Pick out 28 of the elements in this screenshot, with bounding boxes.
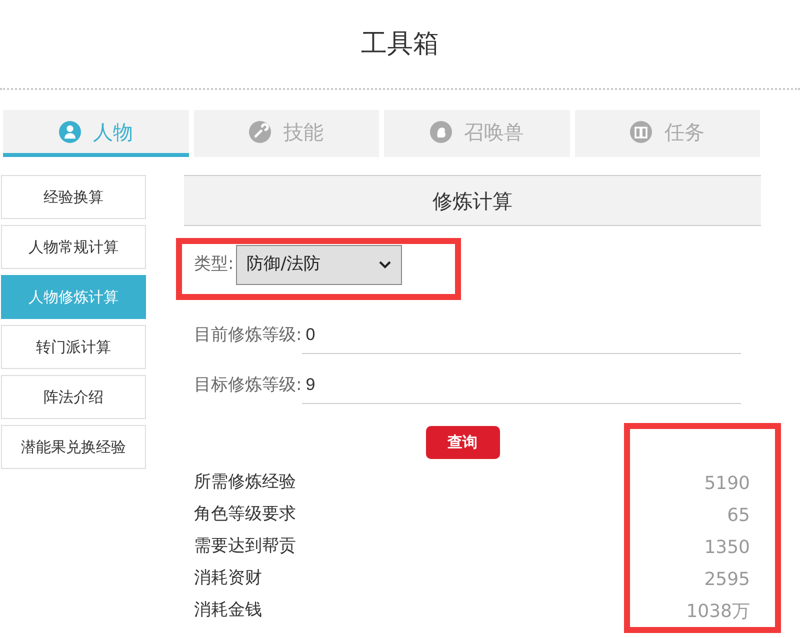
person-icon (58, 120, 81, 142)
type-select[interactable]: 防御/法防 (236, 245, 402, 285)
result-value: 1038万 (686, 600, 750, 624)
sidebar-item[interactable]: 转门派计算 (1, 325, 146, 369)
result-label: 消耗金钱 (194, 599, 262, 622)
sidebar-item[interactable]: 阵法介绍 (1, 375, 146, 419)
result-value: 5190 (704, 472, 750, 496)
result-label: 角色等级要求 (194, 503, 296, 526)
wrench-icon (249, 120, 272, 142)
result-label: 所需修炼经验 (194, 471, 296, 494)
sidebar-item[interactable]: 经验换算 (1, 175, 146, 219)
sidebar-item[interactable]: 潜能果兑换经验 (1, 425, 146, 469)
field-label: 目前修炼等级: (194, 324, 302, 346)
page-title: 工具箱 (361, 28, 439, 60)
field-label: 类型: (194, 253, 234, 276)
result-value: 2595 (704, 568, 750, 592)
sidebar-item[interactable]: 人物常规计算 (1, 225, 146, 269)
result-label: 需要达到帮贡 (194, 535, 296, 558)
result-value: 1350 (704, 536, 750, 560)
level-input[interactable]: 9 (302, 372, 741, 404)
result-value: 65 (727, 504, 750, 528)
book-icon (630, 120, 652, 142)
query-button[interactable]: 查询 (426, 426, 500, 459)
level-input[interactable]: 0 (302, 322, 741, 354)
chevron-icon (378, 261, 391, 269)
panel-header: 修炼计算 (184, 175, 761, 226)
result-label: 消耗资财 (194, 567, 262, 590)
field-label: 目标修炼等级: (194, 374, 302, 396)
